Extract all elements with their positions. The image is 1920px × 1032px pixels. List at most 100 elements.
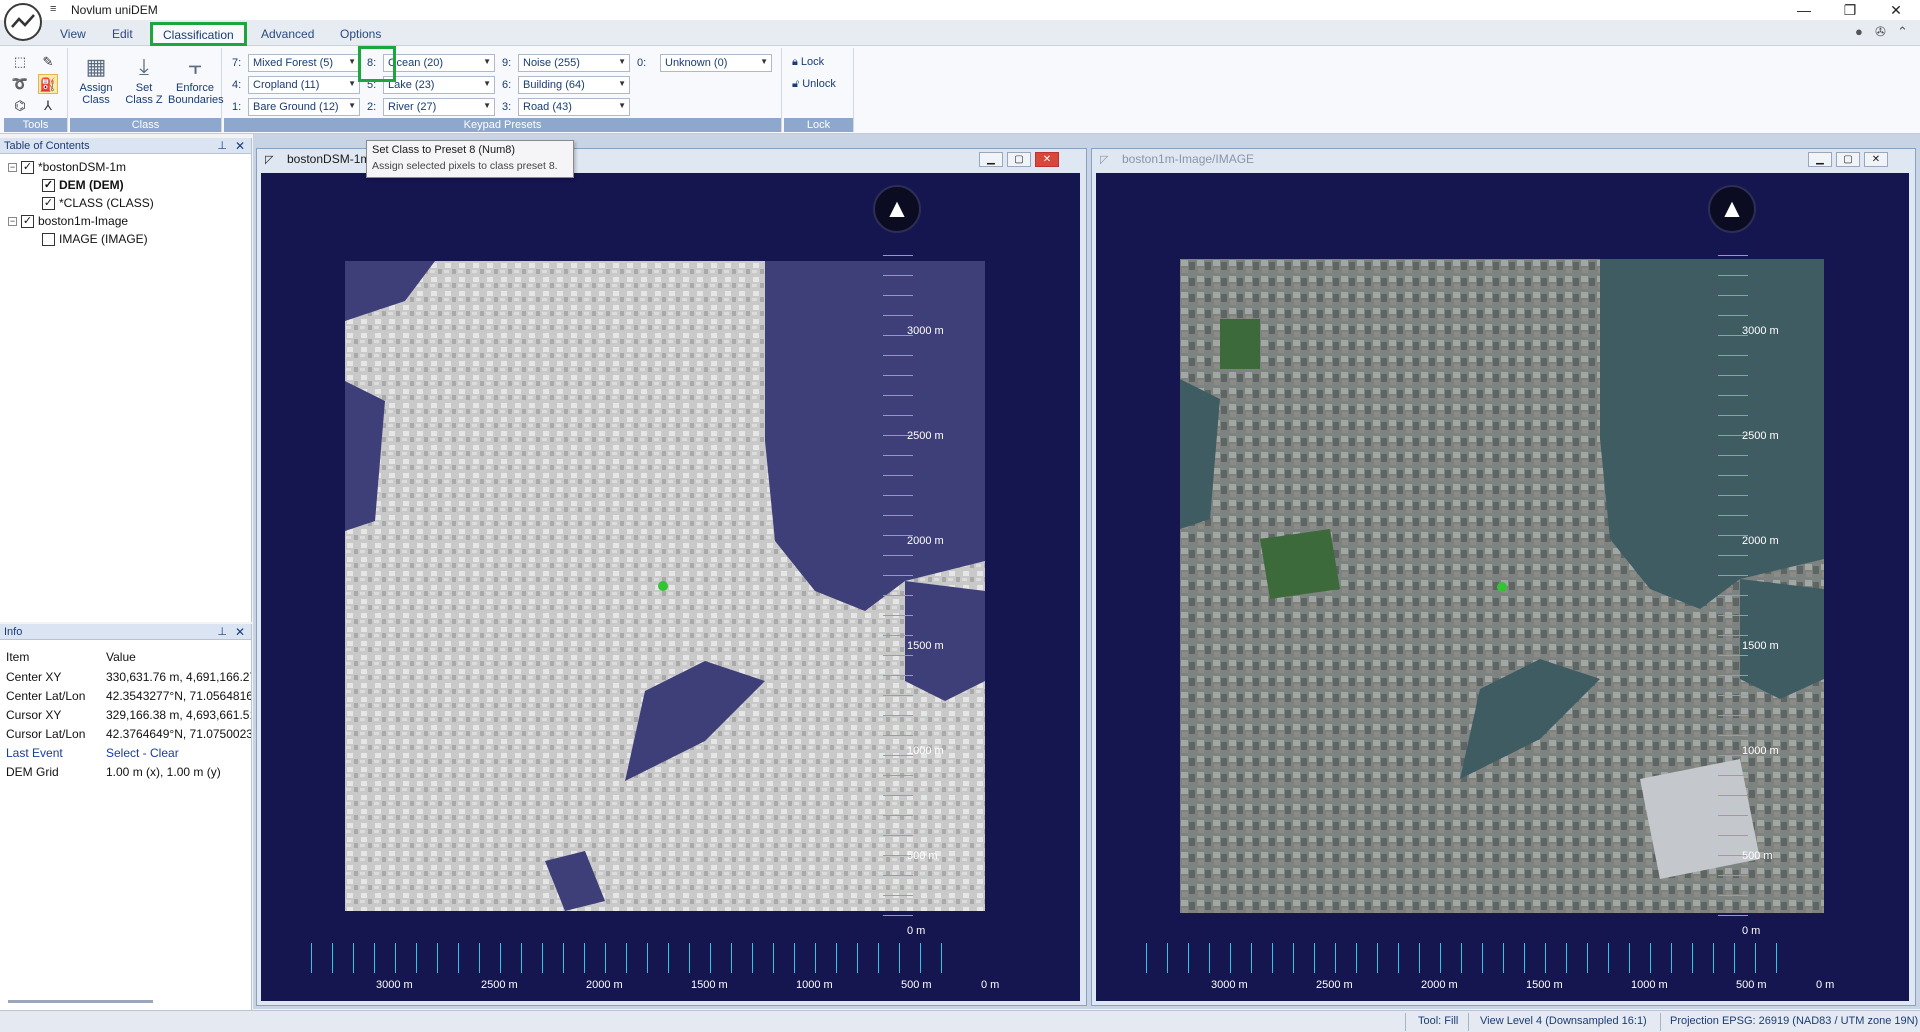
status-bar: Tool: Fill View Level 4 (Downsampled 16:… (0, 1010, 1920, 1032)
window-icon: ◸ (265, 154, 274, 166)
help-circle-icon[interactable]: ● (1855, 24, 1863, 39)
rect-select-icon[interactable]: ⬚ (10, 52, 30, 72)
toc-item-class[interactable]: ✓ *CLASS (CLASS) (42, 194, 154, 212)
fill-bucket-icon[interactable]: ⛽ (38, 74, 58, 94)
tab-view[interactable]: View (50, 24, 96, 44)
layer-checkbox[interactable]: ✓ (21, 214, 34, 228)
scrollbar[interactable] (8, 1000, 153, 1003)
set-class-z-button[interactable]: ⤓ Set Class Z (120, 52, 168, 116)
toc-item-image[interactable]: IMAGE (IMAGE) (42, 230, 148, 248)
tools-group-label: Tools (4, 118, 67, 132)
pin-icon[interactable]: ⊥ (217, 625, 227, 638)
preset-combo-1[interactable]: Bare Ground (12) ▼ (248, 98, 360, 116)
collapse-icon[interactable]: − (8, 216, 17, 226)
preset-combo-0[interactable]: Unknown (0) ▼ (660, 54, 772, 72)
toc-panel: Table of Contents ⊥ ✕ − ✓ *bostonDSM-1m … (0, 138, 252, 622)
image-window-title: ◸ boston1m-Image/IMAGE (1100, 152, 1255, 166)
layer-checkbox[interactable]: ✓ (21, 160, 34, 174)
lock-button[interactable]: 🔒︎ Lock (792, 56, 824, 69)
toc-item-bostondsm[interactable]: − ✓ *bostonDSM-1m (8, 158, 126, 176)
close-icon[interactable]: ✕ (235, 139, 245, 153)
enforce-boundaries-button[interactable]: ⫟ Enforce Boundaries (168, 52, 224, 116)
ruler-label: 1500 m (691, 979, 728, 991)
layer-checkbox[interactable]: ✓ (42, 178, 55, 192)
settings-icon[interactable]: ✇ (1875, 24, 1886, 40)
window-close-button[interactable]: ✕ (1864, 152, 1888, 167)
ribbon-collapse-icon[interactable]: ⌃ (1897, 24, 1908, 40)
preset-key-0: 0: (637, 57, 647, 69)
app-logo[interactable] (4, 3, 42, 41)
preset-key-1: 1: (232, 101, 242, 113)
toc-header: Table of Contents ⊥ ✕ (0, 138, 251, 154)
assign-class-button[interactable]: ▦ Assign Class (72, 52, 120, 116)
ruler-label: 1000 m (1742, 745, 1779, 757)
pin-icon[interactable]: ⊥ (217, 139, 227, 152)
ruler-label: 1000 m (907, 745, 944, 757)
highlight-classification-tab (150, 22, 247, 46)
preset-combo-2[interactable]: River (27) ▼ (383, 98, 495, 116)
ruler-label: 3000 m (1211, 979, 1248, 991)
ruler-label: 500 m (1742, 850, 1773, 862)
dsm-map-canvas[interactable]: ▲ 3000 m 2500 m 2000 m 1500 m 1000 m 500 (261, 173, 1080, 1001)
highlight-preset-8 (358, 46, 396, 82)
lasso-icon[interactable]: ➰ (10, 74, 30, 94)
layer-checkbox[interactable] (42, 232, 55, 246)
ruler-label: 2000 m (1742, 535, 1779, 547)
pencil-icon[interactable]: ✎ (38, 52, 58, 72)
unlock-button[interactable]: 🔓︎ Unlock (792, 78, 836, 91)
toc-item-boston-image[interactable]: − ✓ boston1m-Image (8, 212, 128, 230)
quick-access-toolbar-icon[interactable]: ≡ (50, 3, 56, 15)
info-row: Cursor XY329,166.38 m, 4,693,661.51 m (6, 708, 251, 722)
window-maximize-button[interactable]: ▢ (1836, 152, 1860, 167)
close-button[interactable]: ✕ (1876, 1, 1916, 19)
north-arrow-icon: ▲ (873, 185, 921, 233)
ruler-label: 1000 m (796, 979, 833, 991)
boundary-icon: ⫟ (188, 54, 202, 79)
lock-icon: 🔒︎ (792, 56, 798, 68)
close-icon[interactable]: ✕ (235, 625, 245, 639)
preset-combo-4[interactable]: Cropland (11) ▼ (248, 76, 360, 94)
ruler-label: 0 m (1816, 979, 1835, 991)
preset-key-7: 7: (232, 57, 242, 69)
toc-item-dem[interactable]: ✓ DEM (DEM) (42, 176, 124, 194)
ruler-label: 2000 m (1421, 979, 1458, 991)
tab-edit[interactable]: Edit (102, 24, 143, 44)
preset-combo-9[interactable]: Noise (255) ▼ (518, 54, 630, 72)
preset-combo-5[interactable]: Lake (23) ▼ (383, 76, 495, 94)
ruler-label: 2500 m (1316, 979, 1353, 991)
lock-group-label: Lock (784, 118, 853, 132)
image-window[interactable]: ◸ boston1m-Image/IMAGE ▁ ▢ ✕ ▲ 3000 m 25… (1091, 148, 1916, 1006)
preset-combo-8[interactable]: Ocean (20) ▼ (383, 54, 495, 72)
ruler-label: 2500 m (907, 430, 944, 442)
tab-advanced[interactable]: Advanced (251, 24, 324, 44)
brush-icon[interactable]: ⅄ (38, 96, 58, 116)
ribbon: ⬚ ✎ ➰ ⛽ ⌬ ⅄ Tools ▦ Assign Class ⤓ Set Cla… (0, 46, 1920, 134)
minimize-button[interactable]: — (1784, 1, 1824, 19)
preset-key-4: 4: (232, 79, 242, 91)
window-close-button[interactable]: ✕ (1035, 152, 1059, 167)
status-tool: Tool: Fill (1418, 1015, 1459, 1027)
maximize-button[interactable]: ❐ (1830, 1, 1870, 19)
class-group: ▦ Assign Class ⤓ Set Class Z ⫟ Enforce Boun… (70, 48, 224, 132)
layer-checkbox[interactable]: ✓ (42, 196, 55, 210)
dsm-window[interactable]: ◸ bostonDSM-1m ▁ ▢ ✕ ▲ 3000 m 2500 m 200… (256, 148, 1087, 1006)
preset-combo-3[interactable]: Road (43) ▼ (518, 98, 630, 116)
app-title: Novlum uniDEM (71, 3, 158, 17)
ruler-label: 500 m (901, 979, 932, 991)
ruler-label: 2500 m (1742, 430, 1779, 442)
horizontal-ruler: 3000 m 2500 m 2000 m 1500 m 1000 m 500 m… (1146, 943, 1846, 991)
window-minimize-button[interactable]: ▁ (979, 152, 1003, 167)
polygon-select-icon[interactable]: ⌬ (10, 96, 30, 116)
down-arrow-icon: ⤓ (139, 54, 149, 79)
window-maximize-button[interactable]: ▢ (1007, 152, 1031, 167)
window-minimize-button[interactable]: ▁ (1808, 152, 1832, 167)
ruler-label: 1500 m (1742, 640, 1779, 652)
info-row: Last Event Select - Clear (6, 746, 179, 760)
image-map-canvas[interactable]: ▲ 3000 m 2500 m 2000 m 1500 m 1000 m 500 (1096, 173, 1909, 1001)
preset-combo-6[interactable]: Building (64) ▼ (518, 76, 630, 94)
tab-options[interactable]: Options (330, 24, 391, 44)
preset-combo-7[interactable]: Mixed Forest (5) ▼ (248, 54, 360, 72)
lock-group: 🔒︎ Lock 🔓︎ Unlock Lock (784, 48, 854, 132)
ruler-label: 1000 m (1631, 979, 1668, 991)
collapse-icon[interactable]: − (8, 162, 17, 172)
